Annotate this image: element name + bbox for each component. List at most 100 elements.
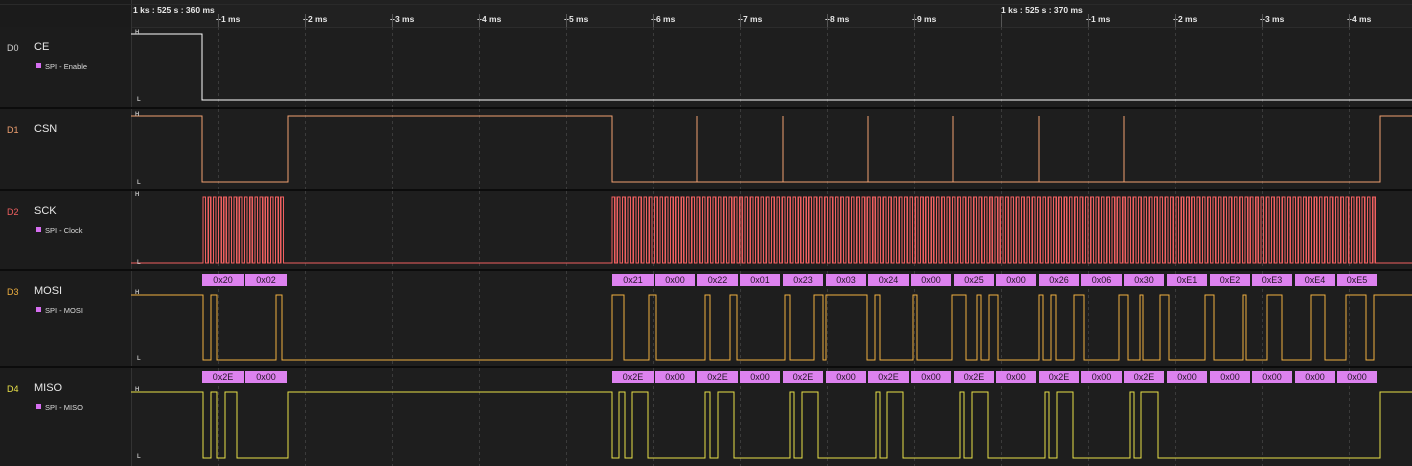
timeline-tick-label: +4 ms [477, 14, 502, 24]
analyzer-color-icon [36, 307, 41, 312]
decoded-byte[interactable]: 0x00 [1337, 371, 1377, 383]
sck-trace [131, 196, 1412, 264]
waveform-trace-d1 [131, 109, 1412, 189]
timeline-marker-label: 1 ks : 525 s : 370 ms [1001, 5, 1083, 15]
analyzer-color-icon [36, 404, 41, 409]
decoded-byte[interactable]: 0x00 [1167, 371, 1207, 383]
level-high-label: H [135, 290, 140, 296]
decoded-byte[interactable]: 0x00 [911, 274, 951, 286]
waveform-trace-d0 [131, 27, 1412, 107]
decoded-byte[interactable]: 0xE3 [1252, 274, 1292, 286]
decoded-byte[interactable]: 0x03 [826, 274, 866, 286]
timeline-tick-mark [914, 14, 915, 27]
waveform-d0[interactable]: H L [131, 27, 1412, 107]
decoded-byte[interactable]: 0x00 [996, 371, 1036, 383]
decoded-byte[interactable]: 0x00 [740, 371, 780, 383]
waveform-d3[interactable]: 0x20 0x02 0x21 0x00 0x22 0x01 0x23 0x03 0x24 0x00… [131, 271, 1412, 366]
timeline-tick-label: +2 ms [303, 14, 328, 24]
analyzer-tag-enable[interactable]: SPI - Enable [36, 62, 87, 71]
channel-row-d4: D4 MISO SPI - MISO 0x2E 0x00 0x2E 0x00 0x2E 0… [0, 368, 1412, 466]
channel-index: D4 [7, 384, 19, 394]
timeline-tick-label: +5 ms [564, 14, 589, 24]
timeline-tick-mark [1349, 14, 1350, 27]
timeline-tick-mark [827, 14, 828, 27]
timeline-tick-label: +1 ms [216, 14, 241, 24]
decoded-byte[interactable]: 0x00 [1210, 371, 1250, 383]
channel-header-d0[interactable]: D0 CE SPI - Enable [0, 27, 132, 107]
channel-header-d3[interactable]: D3 MOSI SPI - MOSI [0, 271, 132, 366]
channel-header-d4[interactable]: D4 MISO SPI - MISO [0, 368, 132, 466]
channel-row-d3: D3 MOSI SPI - MOSI 0x20 0x02 0x21 0x00 0x22 0… [0, 271, 1412, 368]
timeline-tick-label: +2 ms [1173, 14, 1198, 24]
timeline-tick-mark [566, 14, 567, 27]
timeline-tick-mark [1088, 14, 1089, 27]
channel-name: MOSI [34, 285, 63, 297]
level-high-label: H [135, 192, 140, 198]
timeline-ruler[interactable]: 1 ks : 525 s : 360 ms 1 ks : 525 s : 370… [0, 0, 1412, 28]
waveform-d4[interactable]: 0x2E 0x00 0x2E 0x00 0x2E 0x00 0x2E 0x00 0x2E 0x00… [131, 368, 1412, 466]
timeline-tick-label: +3 ms [390, 14, 415, 24]
waveform-d1[interactable]: H L [131, 109, 1412, 189]
mosi-trace [131, 294, 1412, 361]
channel-name: MISO [34, 382, 63, 394]
decoded-byte[interactable]: 0x00 [655, 274, 695, 286]
timeline-tick-mark [1175, 14, 1176, 27]
decoded-byte[interactable]: 0xE5 [1337, 274, 1377, 286]
analyzer-label: SPI - Clock [45, 226, 83, 235]
decoded-byte[interactable]: 0x26 [1039, 274, 1079, 286]
timeline-tick-mark [1001, 14, 1002, 27]
channel-index: D0 [7, 43, 19, 53]
decoded-byte[interactable]: 0x2E [1124, 371, 1164, 383]
level-low-label: L [137, 180, 141, 186]
decoded-byte[interactable]: 0x30 [1124, 274, 1164, 286]
decoded-byte[interactable]: 0x00 [655, 371, 695, 383]
timeline-tick-mark [392, 14, 393, 27]
decoded-byte[interactable]: 0x00 [911, 371, 951, 383]
timeline-start-label: 1 ks : 525 s : 360 ms [133, 5, 215, 15]
decoded-byte[interactable]: 0x2E [868, 371, 909, 383]
timeline-tick-label: +7 ms [738, 14, 763, 24]
decoded-byte[interactable]: 0x2E [954, 371, 994, 383]
analyzer-tag-miso[interactable]: SPI - MISO [36, 403, 83, 412]
decoded-byte[interactable]: 0x23 [783, 274, 823, 286]
level-low-label: L [137, 97, 141, 103]
grid-lines [218, 27, 1350, 107]
decoded-byte[interactable]: 0x02 [245, 274, 287, 286]
timeline-tick-mark [218, 14, 219, 27]
channel-row-d2: D2 SCK SPI - Clock H L [0, 191, 1412, 271]
logic-analyzer-window: 1 ks : 525 s : 360 ms 1 ks : 525 s : 370… [0, 0, 1412, 466]
channel-header-d2[interactable]: D2 SCK SPI - Clock [0, 191, 132, 269]
decoded-byte[interactable]: 0x00 [245, 371, 287, 383]
timeline-tick-label: +9 ms [912, 14, 937, 24]
decoded-byte[interactable]: 0x00 [1252, 371, 1292, 383]
decoded-byte[interactable]: 0xE1 [1167, 274, 1207, 286]
decoded-byte[interactable]: 0x00 [1081, 371, 1122, 383]
decoded-byte[interactable]: 0x00 [996, 274, 1036, 286]
csn-trace [131, 115, 1412, 183]
decoded-byte[interactable]: 0x2E [202, 371, 244, 383]
decoded-byte[interactable]: 0x24 [868, 274, 909, 286]
decoded-byte[interactable]: 0xE2 [1210, 274, 1250, 286]
channel-header-d1[interactable]: D1 CSN [0, 109, 132, 189]
channel-name: SCK [34, 205, 57, 217]
level-high-label: H [135, 30, 140, 36]
decoded-byte[interactable]: 0x2E [1039, 371, 1079, 383]
decoded-byte[interactable]: 0x20 [202, 274, 244, 286]
channel-index: D3 [7, 287, 19, 297]
decoded-byte[interactable]: 0x2E [612, 371, 654, 383]
decoded-byte[interactable]: 0x00 [826, 371, 866, 383]
timeline-tick-label: +3 ms [1260, 14, 1285, 24]
decoded-byte[interactable]: 0x01 [740, 274, 780, 286]
decoded-byte[interactable]: 0x2E [783, 371, 823, 383]
decoded-byte[interactable]: 0xE4 [1295, 274, 1335, 286]
decoded-byte[interactable]: 0x22 [697, 274, 738, 286]
decoded-byte[interactable]: 0x21 [612, 274, 654, 286]
decoded-byte[interactable]: 0x2E [697, 371, 738, 383]
analyzer-tag-clock[interactable]: SPI - Clock [36, 226, 83, 235]
analyzer-color-icon [36, 227, 41, 232]
waveform-d2[interactable]: H L [131, 191, 1412, 269]
analyzer-tag-mosi[interactable]: SPI - MOSI [36, 306, 83, 315]
decoded-byte[interactable]: 0x25 [954, 274, 994, 286]
decoded-byte[interactable]: 0x00 [1295, 371, 1335, 383]
decoded-byte[interactable]: 0x06 [1081, 274, 1122, 286]
